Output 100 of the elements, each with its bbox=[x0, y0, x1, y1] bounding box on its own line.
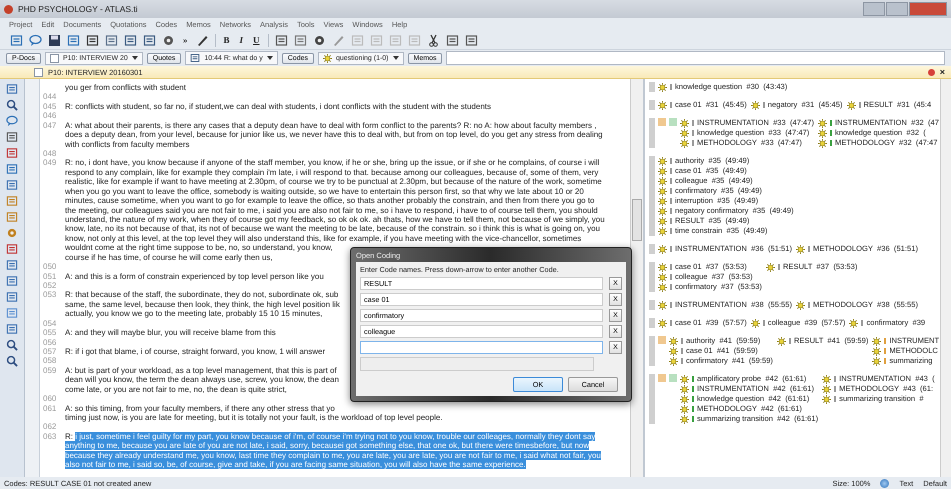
close-icon[interactable]: × bbox=[940, 67, 951, 77]
globe-icon bbox=[880, 478, 890, 488]
sun-icon bbox=[680, 128, 689, 138]
transcript-text: the meeting, our colleagues said you are not fair to me, i said you are also not fair to me, so i have to respond, i have to of course tell them, you should bbox=[65, 206, 598, 215]
scrollbar[interactable] bbox=[940, 79, 951, 477]
sun-icon bbox=[658, 186, 667, 196]
format-button[interactable]: B bbox=[222, 35, 232, 45]
cut-icon[interactable] bbox=[426, 34, 440, 46]
line-number: 047 bbox=[42, 120, 58, 132]
transcript-text: R: conflicts with student, so far no, if student,we can deal with students, i dont conflicts with the student with the students bbox=[65, 102, 492, 111]
group-bar bbox=[649, 336, 655, 366]
group-bar bbox=[649, 374, 655, 424]
sun-icon bbox=[658, 272, 667, 282]
transcript-text: minutes, cause sometime, when you want to go for example to leave the office, so thats another probably the constrain, and then from there you go to bbox=[65, 196, 594, 206]
sun-icon bbox=[872, 336, 882, 346]
sun-icon bbox=[822, 374, 832, 384]
sun-icon bbox=[658, 176, 667, 186]
zoom-in-icon[interactable] bbox=[6, 339, 18, 351]
group-bar bbox=[649, 100, 655, 110]
transcript-text: timing just now, is you are late for meeting, but it is totally not your fault, is the workload of top level people. bbox=[65, 412, 443, 422]
sun-icon bbox=[680, 384, 689, 394]
speech-bubble-icon[interactable] bbox=[29, 34, 42, 46]
sun-icon bbox=[669, 336, 678, 346]
line-number: 044 bbox=[42, 92, 58, 102]
line-number: 054 bbox=[42, 318, 58, 328]
group-bar bbox=[649, 262, 655, 292]
line-number: 050 bbox=[42, 262, 58, 272]
line-number: 061 bbox=[42, 404, 58, 415]
speaker-label: R: bbox=[65, 432, 73, 441]
sun-icon bbox=[658, 196, 667, 206]
speech-bubble-icon[interactable] bbox=[6, 115, 18, 127]
transcript-text: know, late, no its not because of that, its not of because we want the meeting to be late, because of the constrain. so i think this is what is going on, you bbox=[65, 224, 600, 234]
sun-icon bbox=[658, 156, 667, 166]
caret-icon bbox=[266, 56, 273, 60]
format-button[interactable]: U bbox=[251, 35, 262, 45]
line-number: 058 bbox=[42, 356, 58, 366]
save-icon[interactable] bbox=[48, 34, 61, 46]
transcript-text: A: but is part of your workload, as a top level management, that this is part of bbox=[65, 366, 337, 375]
circle-icon[interactable] bbox=[312, 34, 326, 46]
pencil-icon[interactable] bbox=[332, 34, 345, 46]
transcript-text: actually, you know we go to the meeting late, probably 15 10 15 minutes, bbox=[65, 309, 322, 318]
selected-text: anything to me, because you are late of you are not late, i said, sorry, becausei got something else, that one ok, but there were timesbefore, but now bbox=[65, 441, 590, 450]
sun-icon bbox=[680, 414, 689, 424]
status-dot-icon bbox=[928, 68, 935, 76]
pen-icon[interactable] bbox=[196, 34, 208, 46]
sun-icon bbox=[669, 346, 678, 356]
sun-icon bbox=[750, 318, 760, 328]
line-number: 060 bbox=[42, 394, 58, 404]
sun-icon bbox=[658, 262, 667, 272]
selected-text: also not fair to me, i said so, be, of course, give and take, if you are facing same situation, you will also have the same experience. bbox=[65, 460, 526, 470]
transcript-text: realistic, like for example if want to have meeting at 2.30pm, of course we try to be punctual at 2.30pm, but because of the nature of the work, sometime bbox=[65, 177, 602, 186]
format-button[interactable]: I bbox=[238, 35, 246, 45]
sun-icon bbox=[750, 100, 760, 110]
app-icon bbox=[4, 4, 13, 14]
transcript-text: A: and they will maybe blur, you will receive blame from this bbox=[65, 328, 276, 338]
transcript-text: does a deputy dean, from your level, because for junior like us, we never have this to deal with, but from on top level, do you get any stress from dealing bbox=[65, 130, 603, 140]
transcript-text: A: and this is a form of constrain experienced by top level person like you bbox=[65, 272, 324, 281]
group-bar bbox=[649, 300, 655, 310]
line-number: 063 bbox=[42, 432, 58, 443]
sun-icon bbox=[680, 118, 689, 128]
sun-icon bbox=[658, 300, 667, 310]
sun-icon bbox=[796, 244, 806, 254]
line-number: 057 bbox=[42, 346, 58, 356]
selected-text: i just, sometime i feel guilty for my part, you know because of i'm, of course i'm trying not to you know, trouble our colleages, normally they dont say bbox=[75, 432, 596, 441]
caret-icon bbox=[392, 56, 399, 60]
transcript-text: A: what about their parents, is there any cases that a deputy dean have to deal with form conflict to the parents? R: no A: how about faculty members , bbox=[65, 120, 596, 130]
sun-icon bbox=[766, 262, 775, 272]
code-name-field[interactable] bbox=[360, 341, 603, 354]
scrollbar[interactable] bbox=[630, 79, 643, 477]
navigator-field[interactable] bbox=[446, 51, 945, 65]
sun-icon bbox=[872, 346, 882, 356]
zoom-out-icon[interactable] bbox=[6, 355, 18, 367]
sun-icon bbox=[872, 356, 882, 366]
transcript-text: dean will you know, the term the dean always use, screw, you know, the dean bbox=[65, 375, 339, 384]
search-icon[interactable] bbox=[6, 99, 18, 111]
sun-icon bbox=[818, 128, 828, 138]
line-number: 049 bbox=[42, 158, 58, 170]
transcript-text: you ger from conflicts with student bbox=[65, 83, 186, 92]
transcript-text: respond to any complain, like for example they complain i'm late, i will respond to that. because among our colleagues, because of, some of them, very bbox=[65, 168, 598, 177]
transcript-text: R: that because of the staff, the subordinate, they do not, subordinate ok, sub bbox=[65, 290, 338, 300]
transcript-text: when you go you want to leave the office, somebody is waiting outside, so we have to entertain this person first, so that why we late about 10 or 20 bbox=[65, 186, 584, 196]
transcript-text: wouldnt come at the right time suppose to be, no, so understand, you know, bbox=[65, 243, 333, 252]
line-number: 046 bbox=[42, 111, 58, 121]
sun-icon bbox=[822, 394, 832, 404]
sun-icon bbox=[822, 384, 832, 394]
sun-icon bbox=[680, 404, 689, 414]
sun-icon bbox=[846, 100, 856, 110]
sun-icon bbox=[658, 216, 667, 226]
sun-icon bbox=[658, 100, 667, 110]
line-number: 055 bbox=[42, 328, 58, 338]
sun-icon bbox=[680, 138, 689, 148]
sun-icon bbox=[658, 206, 667, 216]
transcript-text: same, the same level, because then look, they think, the high level position lik bbox=[65, 300, 340, 309]
line-number: 059 bbox=[42, 366, 58, 377]
line-number: 051 bbox=[42, 272, 58, 281]
group-bar bbox=[649, 118, 655, 148]
sun-icon bbox=[658, 82, 667, 92]
sun-icon bbox=[669, 356, 678, 366]
overflow-button[interactable]: » bbox=[181, 35, 190, 45]
sun-icon bbox=[322, 54, 332, 62]
